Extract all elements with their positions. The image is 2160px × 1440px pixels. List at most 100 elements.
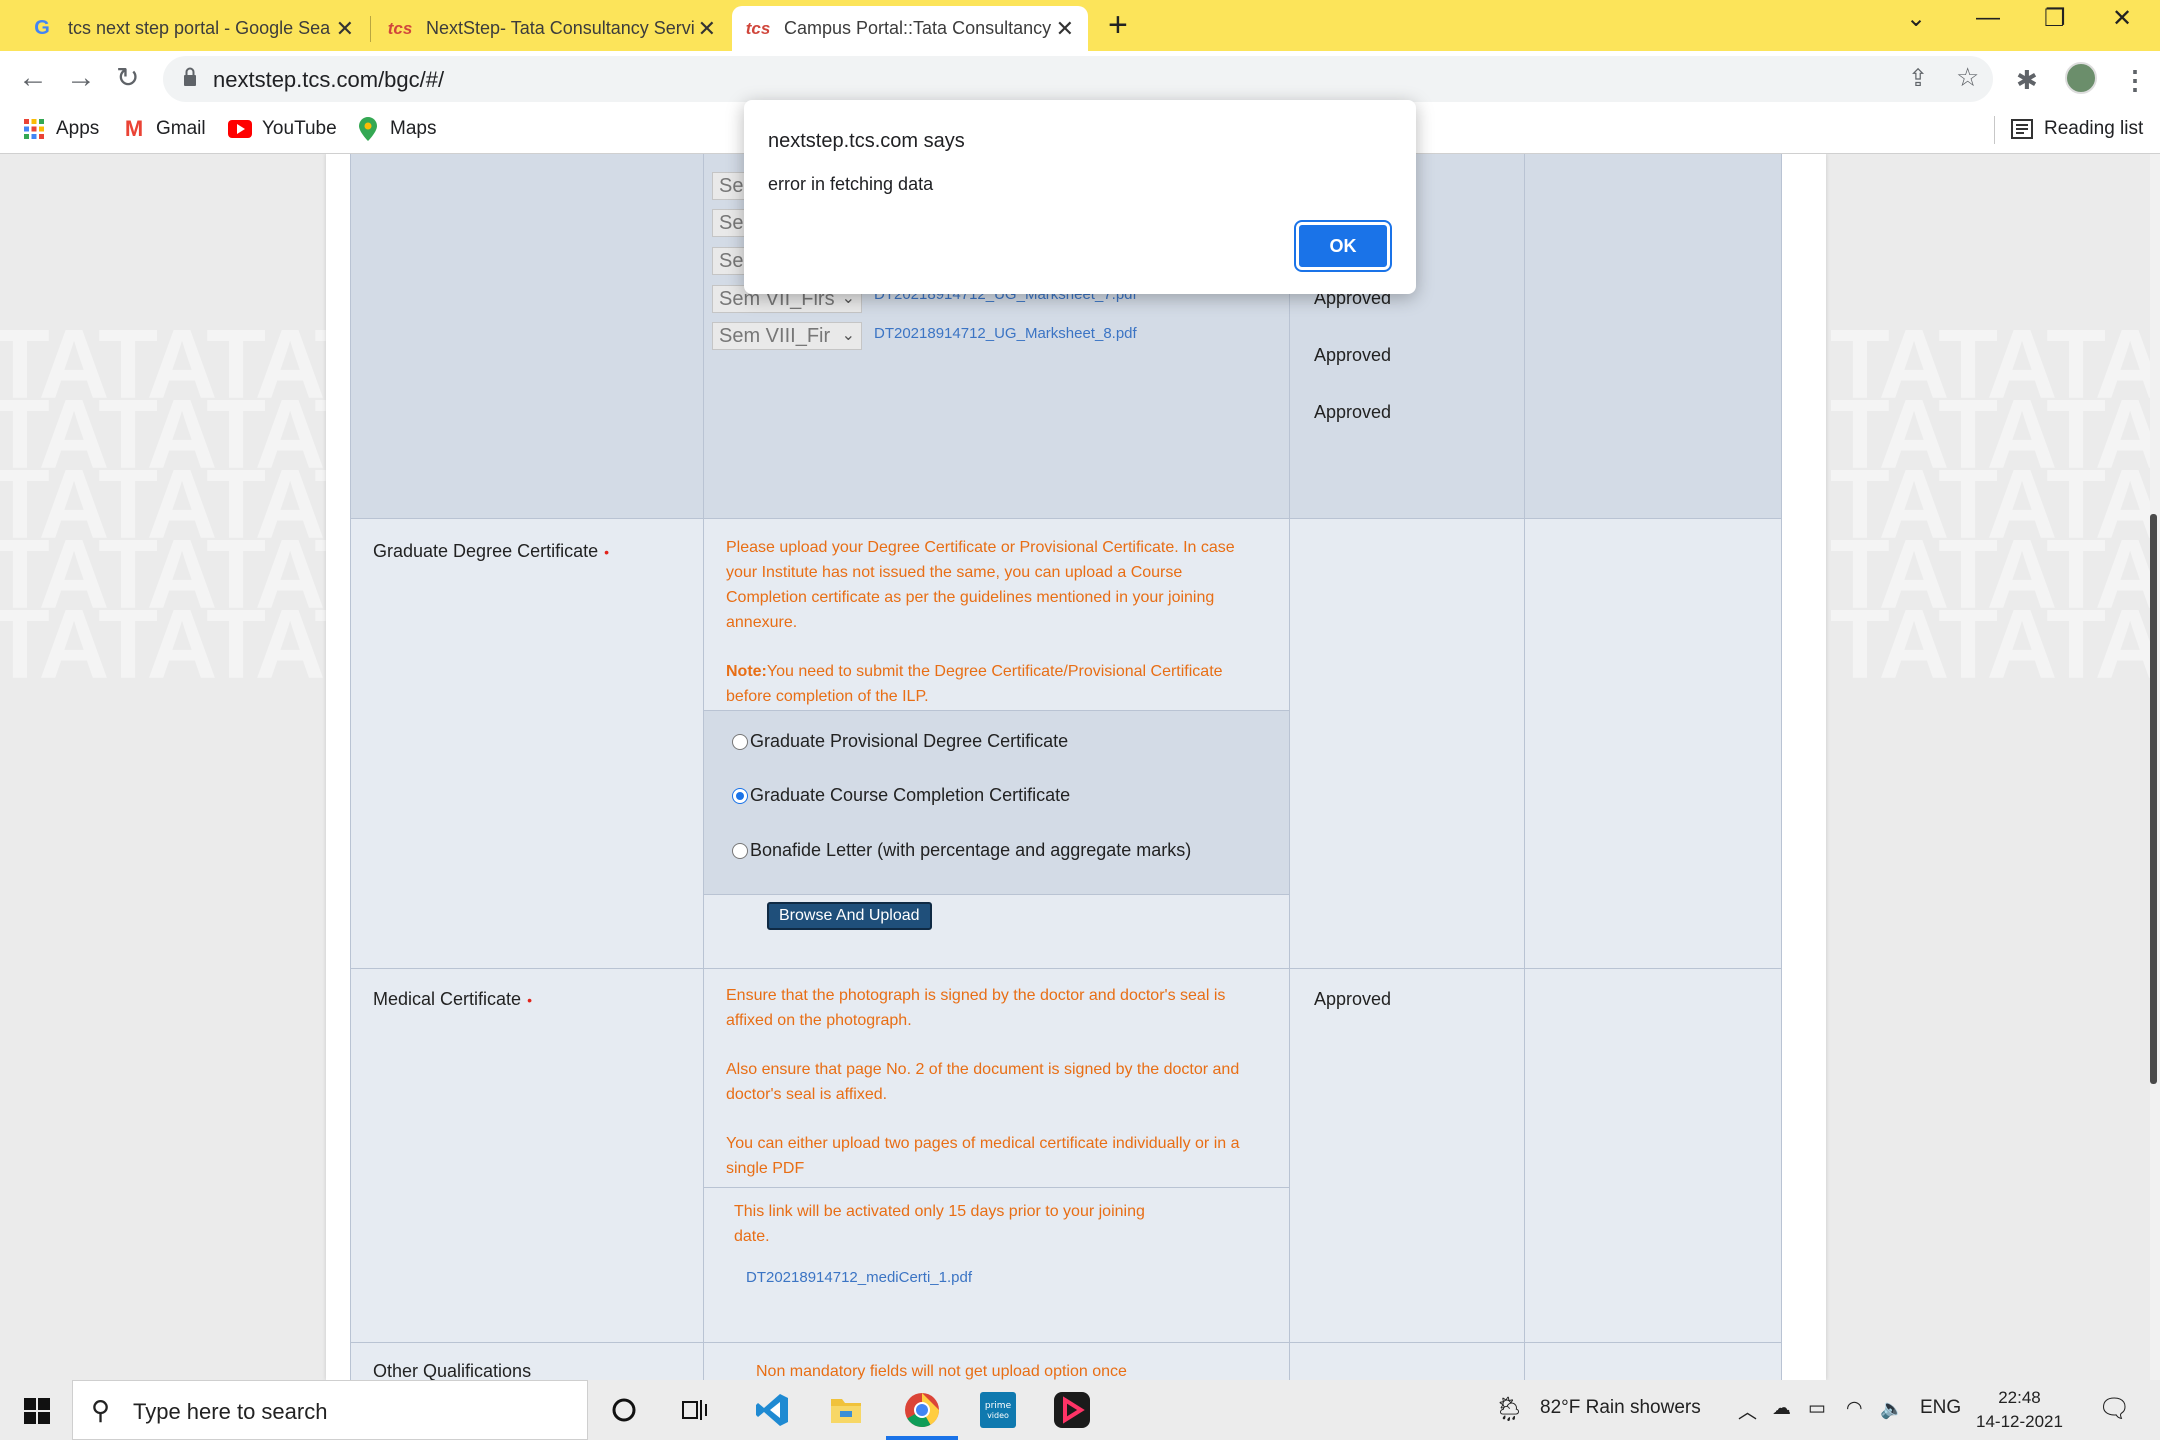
bookmark-youtube[interactable]: YouTube	[228, 118, 337, 140]
other-qualifications-label: Other Qualifications	[373, 1361, 532, 1380]
medical-file-link[interactable]: DT20218914712_mediCerti_1.pdf	[746, 1269, 972, 1286]
volume-icon[interactable]: 🔈	[1880, 1397, 1904, 1421]
close-tab-icon[interactable]: ✕	[336, 16, 354, 42]
clock-date: 14-12-2021	[1976, 1412, 2063, 1431]
taskbar-search-placeholder: Type here to search	[133, 1399, 328, 1424]
doc-remarks-cell	[1524, 154, 1782, 518]
doc-remarks-cell	[1524, 1343, 1782, 1380]
reload-icon[interactable]: ↻	[116, 61, 139, 94]
close-window-icon[interactable]: ✕	[2112, 4, 2132, 33]
medical-certificate-label: Medical Certificate •	[373, 989, 532, 1009]
semester-select-sem8[interactable]: Sem VIII_Fir ⌄	[712, 322, 862, 350]
medical-instruction-2: Also ensure that page No. 2 of the docum…	[726, 1061, 1240, 1103]
taskbar-clock[interactable]: 22:48 14-12-2021	[1976, 1386, 2063, 1434]
bookmark-label: YouTube	[262, 118, 337, 139]
media-app-icon[interactable]	[1050, 1388, 1094, 1432]
bookmark-apps[interactable]: Apps	[22, 118, 99, 140]
option-provisional-degree[interactable]: Graduate Provisional Degree Certificate	[732, 731, 1068, 752]
windows-taskbar: ⚲ Type here to search prime video 🌦 82°F …	[0, 1380, 2160, 1440]
tab-title: tcs next step portal - Google Sea	[68, 18, 331, 38]
forward-arrow-icon[interactable]: →	[66, 61, 96, 95]
svg-text:prime: prime	[985, 1401, 1012, 1411]
weather-text[interactable]: 82°F Rain showers	[1540, 1397, 1701, 1419]
menu-dots-icon[interactable]: ⋮	[2122, 65, 2148, 96]
tab-google-search[interactable]: G tcs next step portal - Google Sea ✕	[16, 6, 368, 51]
file-explorer-icon[interactable]	[824, 1388, 868, 1432]
tcs-icon: tcs	[745, 18, 771, 38]
radio-button[interactable]	[732, 842, 748, 859]
share-icon[interactable]: ⇪	[1908, 64, 1928, 93]
certificate-type-options: Graduate Provisional Degree Certificate …	[704, 710, 1289, 895]
reading-list-button[interactable]: Reading list	[2010, 118, 2143, 140]
new-tab-icon[interactable]: +	[1108, 6, 1128, 44]
close-tab-icon[interactable]: ✕	[698, 16, 716, 42]
language-indicator[interactable]: ENG	[1920, 1397, 1961, 1419]
tab-title: NextStep- Tata Consultancy Servi	[426, 18, 695, 38]
address-bar[interactable]: nextstep.tcs.com/bgc/#/ ⇪ ☆	[163, 56, 1993, 102]
bookmark-label: Gmail	[156, 118, 206, 139]
marksheet-file-link-8[interactable]: DT20218914712_UG_Marksheet_8.pdf	[874, 325, 1137, 342]
medical-instruction-3: You can either upload two pages of medic…	[726, 1135, 1240, 1177]
reading-list-label: Reading list	[2044, 118, 2144, 139]
dialog-heading: nextstep.tcs.com says	[768, 130, 965, 152]
option-bonafide-letter[interactable]: Bonafide Letter (with percentage and agg…	[732, 840, 1191, 861]
other-qualifications-note: Non mandatory fields will not get upload…	[756, 1363, 1127, 1380]
show-hidden-icons-chevron-icon[interactable]: ︿	[1738, 1397, 1757, 1424]
status-badge: Approved	[1314, 402, 1392, 422]
close-tab-icon[interactable]: ✕	[1056, 16, 1074, 42]
task-view-icon[interactable]	[674, 1388, 718, 1432]
bookmark-gmail[interactable]: M Gmail	[122, 116, 206, 141]
notifications-icon[interactable]: 🗨	[2098, 1393, 2131, 1424]
status-badge: Approved	[1314, 345, 1392, 365]
maps-pin-icon	[356, 117, 380, 141]
required-asterisk: •	[604, 544, 610, 560]
doc-status-cell	[1289, 1343, 1524, 1380]
windows-start-icon[interactable]	[24, 1398, 50, 1424]
doc-upload-cell: Non mandatory fields will not get upload…	[703, 1343, 1289, 1380]
bookmark-star-icon[interactable]: ☆	[1956, 62, 1979, 93]
extensions-puzzle-icon[interactable]: ✱	[2016, 65, 2038, 96]
dialog-ok-button[interactable]: OK	[1294, 220, 1392, 272]
url-text: nextstep.tcs.com/bgc/#/	[213, 67, 445, 92]
tab-nextstep[interactable]: tcs NextStep- Tata Consultancy Servi ✕	[374, 6, 730, 51]
gmail-icon: M	[124, 116, 144, 141]
search-icon: ⚲	[91, 1395, 111, 1425]
table-row-graduate-degree: Graduate Degree Certificate • Please uplo…	[350, 519, 1782, 969]
alert-dialog: nextstep.tcs.com says error in fetching …	[744, 100, 1416, 294]
medical-instruction-1: Ensure that the photograph is signed by …	[726, 987, 1226, 1029]
apps-grid-icon	[22, 118, 46, 140]
required-asterisk: •	[527, 992, 532, 1008]
tab-campus-portal[interactable]: tcs Campus Portal::Tata Consultancy ✕	[732, 6, 1088, 51]
doc-label-cell: Other Qualifications	[350, 1343, 703, 1380]
prime-video-icon[interactable]: prime video	[976, 1388, 1020, 1432]
lock-icon	[184, 67, 196, 86]
back-arrow-icon[interactable]: ←	[18, 61, 48, 95]
browser-tab-strip: G tcs next step portal - Google Sea ✕ tc…	[0, 0, 2160, 51]
browse-and-upload-button[interactable]: Browse And Upload	[767, 902, 932, 930]
minimize-icon[interactable]: —	[1976, 4, 2000, 32]
taskbar-search-box[interactable]: ⚲ Type here to search	[72, 1380, 588, 1440]
graduate-degree-label: Graduate Degree Certificate •	[373, 541, 610, 561]
scrollbar-thumb[interactable]	[2150, 514, 2157, 1084]
radio-button[interactable]	[732, 733, 748, 750]
option-course-completion[interactable]: Graduate Course Completion Certificate	[732, 785, 1070, 806]
status-badge: Approved	[1314, 989, 1392, 1009]
wifi-icon[interactable]: ◠	[1846, 1397, 1863, 1420]
table-row-medical: Medical Certificate • Ensure that the pho…	[350, 969, 1782, 1343]
page-viewport: TATATAT TATATAT TATATAT TATATAT TATATAT TATA…	[0, 154, 2150, 1380]
vscode-icon[interactable]	[750, 1388, 794, 1432]
tab-search-chevron-icon[interactable]: ⌄	[1906, 4, 1926, 33]
chrome-icon[interactable]	[900, 1388, 944, 1432]
tab-title: Campus Portal::Tata Consultancy	[784, 18, 1052, 38]
restore-icon[interactable]: ❐	[2044, 4, 2066, 33]
medical-activation-note: This link will be activated only 15 days…	[734, 1203, 1145, 1245]
weather-icon[interactable]: 🌦	[1494, 1395, 1524, 1424]
radio-button-selected[interactable]	[732, 787, 748, 804]
doc-remarks-cell	[1524, 519, 1782, 968]
cortana-icon[interactable]	[602, 1388, 646, 1432]
battery-icon[interactable]: ▭	[1808, 1397, 1826, 1420]
page-scrollbar[interactable]	[2150, 154, 2160, 1380]
profile-avatar[interactable]	[2065, 62, 2097, 94]
bookmark-maps[interactable]: Maps	[356, 117, 436, 141]
onedrive-cloud-icon[interactable]: ☁	[1772, 1397, 1791, 1420]
